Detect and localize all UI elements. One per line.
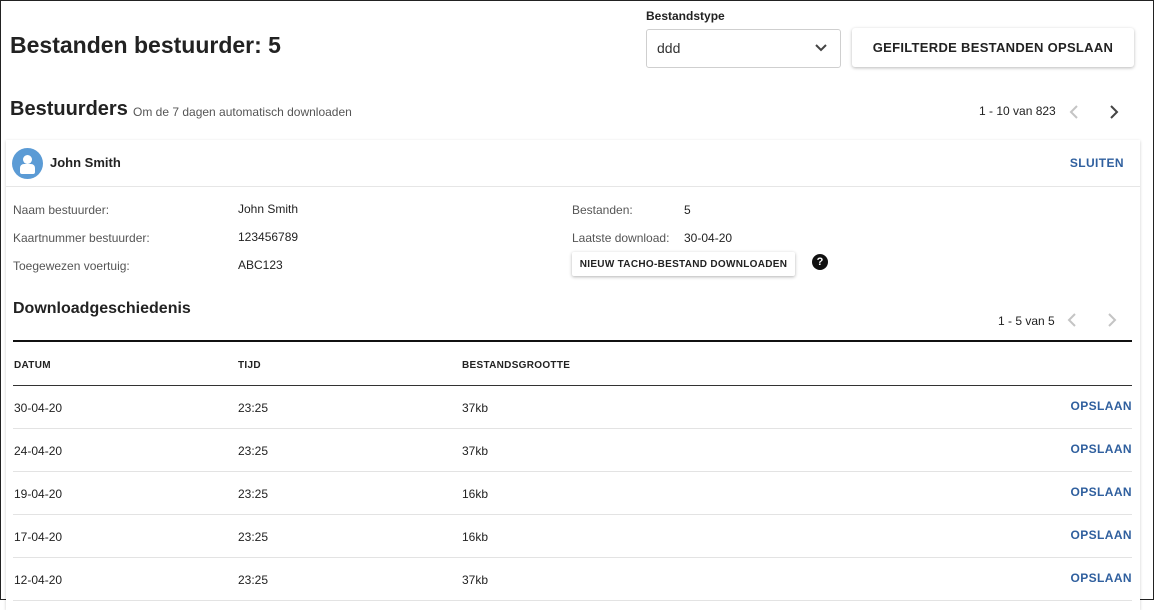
column-file-size: BESTANDSGROOTTE bbox=[462, 360, 571, 371]
row-date: 12-04-20 bbox=[14, 573, 63, 587]
file-type-label: Bestandstype bbox=[646, 9, 725, 23]
driver-name-value: John Smith bbox=[238, 202, 299, 216]
chevron-right-icon[interactable] bbox=[1108, 104, 1120, 120]
last-download-label: Laatste download: bbox=[572, 231, 670, 245]
save-file-button[interactable]: OPSLAAN bbox=[1071, 528, 1132, 542]
driver-name-label: Naam bestuurder: bbox=[13, 203, 110, 217]
save-file-button[interactable]: OPSLAAN bbox=[1071, 571, 1132, 585]
row-date: 24-04-20 bbox=[14, 444, 63, 458]
row-size: 16kb bbox=[462, 530, 489, 544]
save-file-button[interactable]: OPSLAAN bbox=[1071, 399, 1132, 413]
row-size: 37kb bbox=[462, 573, 489, 587]
help-icon[interactable]: ? bbox=[812, 254, 828, 270]
files-count-label: Bestanden: bbox=[572, 203, 633, 217]
chevron-right-icon[interactable] bbox=[1106, 312, 1118, 328]
files-count-value: 5 bbox=[684, 203, 691, 217]
driver-card-header: John Smith SLUITEN bbox=[6, 140, 1140, 187]
row-time: 23:25 bbox=[238, 401, 269, 415]
last-download-value: 30-04-20 bbox=[684, 231, 733, 245]
download-history-title: Downloadgeschiedenis bbox=[13, 300, 191, 317]
file-type-value: ddd bbox=[657, 40, 681, 56]
column-time: TIJD bbox=[238, 360, 261, 371]
row-date: 19-04-20 bbox=[14, 487, 63, 501]
drivers-pagination: 1 - 10 van 823 bbox=[979, 104, 1056, 118]
row-size: 37kb bbox=[462, 401, 489, 415]
table-row: 12-04-20 23:25 37kb OPSLAAN bbox=[13, 558, 1132, 601]
row-time: 23:25 bbox=[238, 444, 269, 458]
user-icon bbox=[12, 148, 43, 179]
row-date: 17-04-20 bbox=[14, 530, 63, 544]
page-title: Bestanden bestuurder: 5 bbox=[10, 32, 281, 58]
assigned-vehicle-value: ABC123 bbox=[238, 258, 283, 272]
chevron-left-icon[interactable] bbox=[1068, 104, 1080, 120]
table-row: 30-04-20 23:25 37kb OPSLAAN bbox=[13, 386, 1132, 429]
save-filtered-files-button[interactable]: GEFILTERDE BESTANDEN OPSLAAN bbox=[852, 28, 1134, 67]
table-row: 19-04-20 23:25 16kb OPSLAAN bbox=[13, 472, 1132, 515]
row-time: 23:25 bbox=[238, 573, 269, 587]
table-header: DATUM TIJD BESTANDSGROOTTE bbox=[13, 342, 1132, 386]
table-row: 17-04-20 23:25 16kb OPSLAAN bbox=[13, 515, 1132, 558]
column-date: DATUM bbox=[14, 360, 51, 371]
table-row: 24-04-20 23:25 37kb OPSLAAN bbox=[13, 429, 1132, 472]
close-button[interactable]: SLUITEN bbox=[1070, 156, 1124, 170]
row-size: 16kb bbox=[462, 487, 489, 501]
assigned-vehicle-label: Toegewezen voertuig: bbox=[13, 259, 130, 273]
row-time: 23:25 bbox=[238, 530, 269, 544]
driver-name: John Smith bbox=[50, 155, 121, 170]
card-number-label: Kaartnummer bestuurder: bbox=[13, 231, 150, 245]
drivers-subtitle: Om de 7 dagen automatisch downloaden bbox=[133, 105, 352, 119]
chevron-down-icon bbox=[815, 44, 827, 52]
row-date: 30-04-20 bbox=[14, 401, 63, 415]
driver-card: John Smith SLUITEN Naam bestuurder: John… bbox=[6, 140, 1140, 610]
save-file-button[interactable]: OPSLAAN bbox=[1071, 442, 1132, 456]
drivers-title: Bestuurders bbox=[10, 98, 128, 120]
save-file-button[interactable]: OPSLAAN bbox=[1071, 485, 1132, 499]
download-history-table: DATUM TIJD BESTANDSGROOTTE 30-04-20 23:2… bbox=[13, 340, 1132, 601]
file-type-select[interactable]: ddd bbox=[646, 29, 841, 68]
row-size: 37kb bbox=[462, 444, 489, 458]
history-pagination: 1 - 5 van 5 bbox=[998, 314, 1055, 328]
chevron-left-icon[interactable] bbox=[1066, 312, 1078, 328]
download-tacho-file-button[interactable]: NIEUW TACHO-BESTAND DOWNLOADEN bbox=[572, 252, 795, 276]
card-number-value: 123456789 bbox=[238, 230, 299, 244]
row-time: 23:25 bbox=[238, 487, 269, 501]
